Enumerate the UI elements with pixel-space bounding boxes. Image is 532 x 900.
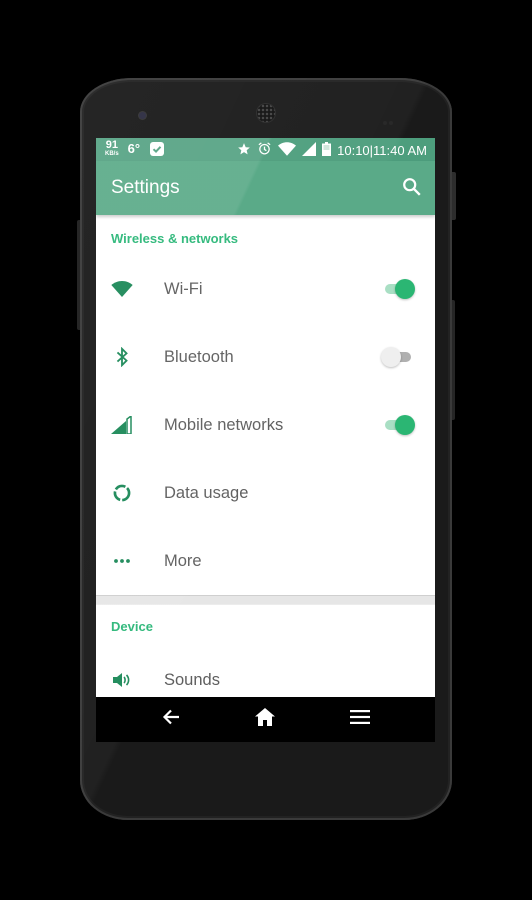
power-button <box>452 172 456 220</box>
data-usage-icon <box>111 482 133 504</box>
section-divider <box>96 595 435 605</box>
menu-icon <box>350 709 370 729</box>
home-button[interactable] <box>252 707 278 731</box>
settings-item-label: Data usage <box>164 483 249 502</box>
settings-item-mobile-networks[interactable]: Mobile networks <box>96 391 435 459</box>
wifi-icon <box>111 278 133 300</box>
section-header-wireless: Wireless & networks <box>111 231 239 246</box>
volume-button <box>452 300 455 420</box>
settings-item-bluetooth[interactable]: Bluetooth <box>96 323 435 391</box>
cell-signal-icon <box>111 414 133 436</box>
home-icon <box>255 707 275 731</box>
settings-item-label: Sounds <box>164 670 220 689</box>
bluetooth-icon <box>111 346 133 368</box>
back-button[interactable] <box>158 707 184 731</box>
section-header-device: Device <box>111 619 153 634</box>
volume-icon <box>111 669 133 691</box>
navigation-bar <box>96 697 435 742</box>
phone-screen: 91 KB/s 6° 10:10|11:40 AM <box>96 138 435 742</box>
settings-item-more[interactable]: More <box>96 527 435 595</box>
settings-item-label: Mobile networks <box>164 415 284 434</box>
earpiece-speaker <box>257 104 275 122</box>
settings-list: Wireless & networks Wi-Fi Bluetooth Mobi… <box>96 215 435 714</box>
search-icon <box>401 178 423 202</box>
page-title: Settings <box>111 177 180 198</box>
front-camera <box>139 112 146 119</box>
settings-item-label: Bluetooth <box>164 347 234 366</box>
search-button[interactable] <box>401 176 423 198</box>
app-bar: Settings <box>96 138 435 215</box>
menu-button[interactable] <box>347 707 373 731</box>
settings-item-label: More <box>164 551 202 570</box>
proximity-sensor <box>383 112 395 125</box>
settings-item-label: Wi-Fi <box>164 279 203 298</box>
settings-item-wifi[interactable]: Wi-Fi <box>96 255 435 323</box>
wifi-toggle[interactable] <box>383 279 415 299</box>
mobile-networks-toggle[interactable] <box>383 415 415 435</box>
settings-item-data-usage[interactable]: Data usage <box>96 459 435 527</box>
bluetooth-toggle[interactable] <box>381 347 413 367</box>
more-dots-icon <box>111 550 133 572</box>
back-icon <box>162 709 180 730</box>
